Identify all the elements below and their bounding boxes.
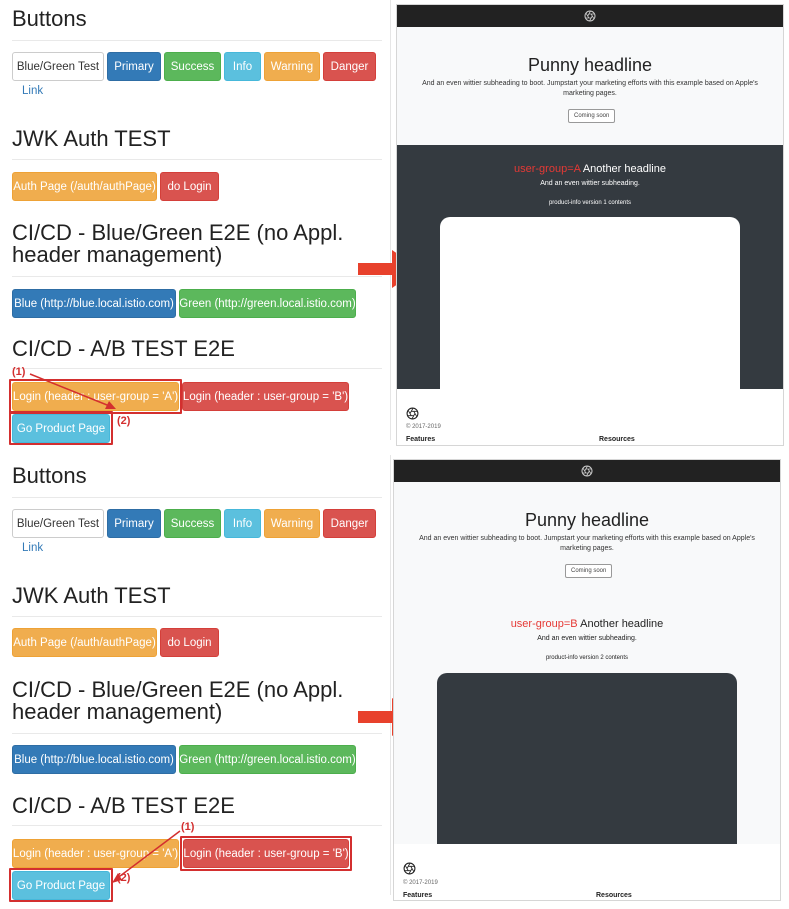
footer-resources-heading: Resources bbox=[596, 892, 632, 899]
feature-section: user-group=B Another headline And an eve… bbox=[394, 600, 780, 873]
footer-features-heading: Features bbox=[406, 436, 436, 443]
aperture-logo-icon bbox=[403, 862, 416, 875]
annotation-arrow-icon bbox=[29, 373, 116, 409]
user-group-label: user-group=A bbox=[514, 163, 581, 175]
panel-divider bbox=[390, 0, 391, 440]
site-navbar bbox=[397, 5, 783, 27]
product-page-screenshot: Punny headline And an even wittier subhe… bbox=[396, 4, 784, 446]
hero-subheading: And an even wittier subheading to boot. … bbox=[419, 535, 755, 552]
product-info-version: product-info version 1 contents bbox=[548, 200, 632, 206]
hero-section: Punny headline And an even wittier subhe… bbox=[394, 482, 780, 600]
hero-subheading: And an even wittier subheading to boot. … bbox=[422, 80, 758, 97]
hero-title: Punny headline bbox=[527, 55, 653, 75]
site-navbar bbox=[394, 460, 780, 482]
footer-features-heading: Features bbox=[403, 892, 433, 899]
panel-divider bbox=[390, 455, 391, 895]
hero-title: Punny headline bbox=[524, 510, 650, 530]
feature-title-text: Another headline bbox=[582, 163, 666, 175]
coming-soon-button[interactable]: Coming soon bbox=[565, 564, 613, 578]
panel-group-b: Buttons Blue/Green Test Primary Success … bbox=[0, 455, 789, 909]
site-footer: © 2017-2019 Features Resources bbox=[397, 389, 783, 445]
feature-subheading: And an even wittier subheading. bbox=[540, 180, 640, 187]
panel-group-a: Buttons Blue/Green Test Primary Success … bbox=[0, 0, 789, 455]
annotation-arrow-icon bbox=[112, 830, 181, 883]
hero-section: Punny headline And an even wittier subhe… bbox=[397, 27, 783, 145]
product-card bbox=[440, 217, 740, 417]
aperture-logo-icon bbox=[581, 465, 593, 477]
feature-subheading: And an even wittier subheading. bbox=[537, 635, 637, 642]
feature-title-text: Another headline bbox=[580, 618, 664, 630]
copyright: © 2017-2019 bbox=[403, 880, 438, 886]
feature-title: user-group=A Another headline bbox=[397, 163, 783, 175]
coming-soon-button[interactable]: Coming soon bbox=[568, 109, 616, 123]
feature-title: user-group=B Another headline bbox=[394, 618, 780, 630]
copyright: © 2017-2019 bbox=[406, 424, 441, 430]
product-info-version: product-info version 2 contents bbox=[545, 655, 629, 661]
feature-section: user-group=A Another headline And an eve… bbox=[397, 145, 783, 417]
product-card bbox=[437, 673, 737, 873]
aperture-logo-icon bbox=[584, 10, 596, 22]
footer-resources-heading: Resources bbox=[599, 436, 635, 443]
site-footer: © 2017-2019 Features Resources bbox=[394, 844, 780, 900]
demo-buttons-page: Buttons Blue/Green Test Primary Success … bbox=[0, 455, 390, 909]
user-group-label: user-group=B bbox=[510, 618, 578, 630]
demo-buttons-page: Buttons Blue/Green Test Primary Success … bbox=[0, 0, 390, 455]
aperture-logo-icon bbox=[406, 407, 419, 420]
product-page-screenshot: Punny headline And an even wittier subhe… bbox=[393, 459, 781, 901]
